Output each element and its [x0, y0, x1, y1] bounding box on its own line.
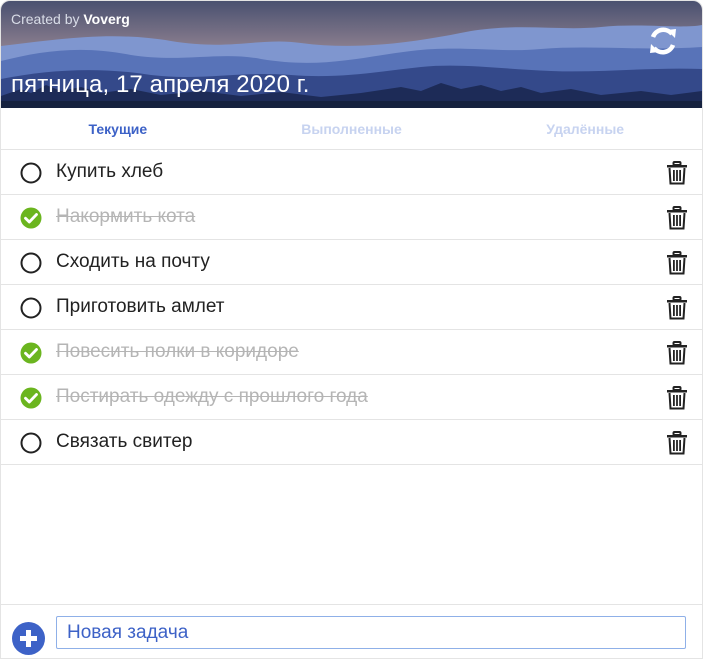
task-text: Купить хлеб — [56, 161, 164, 182]
tab-current[interactable]: Текущие — [1, 108, 235, 149]
tab-bar: Текущие Выполненные Удалённые — [1, 108, 702, 150]
trash-icon[interactable] — [666, 161, 688, 185]
trash-icon[interactable] — [666, 386, 688, 410]
task-row: Повесить полки в коридоре — [1, 330, 702, 375]
credit-text: Created by Voverg — [11, 11, 130, 27]
task-text: Приготовить амлет — [56, 296, 225, 317]
current-date: пятница, 17 апреля 2020 г. — [11, 71, 310, 98]
task-row: Приготовить амлет — [1, 285, 702, 330]
task-row: Сходить на почту — [1, 240, 702, 285]
task-text: Сходить на почту — [56, 251, 210, 272]
unchecked-circle-icon[interactable] — [20, 297, 42, 319]
trash-icon[interactable] — [666, 296, 688, 320]
task-text: Связать свитер — [56, 431, 193, 452]
unchecked-circle-icon[interactable] — [20, 432, 42, 454]
new-task-input[interactable] — [56, 616, 686, 649]
tab-deleted[interactable]: Удалённые — [468, 108, 702, 149]
new-task-bar — [1, 604, 702, 658]
checked-circle-icon[interactable] — [20, 387, 42, 409]
task-text: Накормить кота — [56, 206, 196, 227]
trash-icon[interactable] — [666, 251, 688, 275]
unchecked-circle-icon[interactable] — [20, 252, 42, 274]
credit-prefix: Created by — [11, 11, 80, 27]
checked-circle-icon[interactable] — [20, 207, 42, 229]
task-row: Связать свитер — [1, 420, 702, 465]
trash-icon[interactable] — [666, 341, 688, 365]
task-list: Купить хлеб Накормить кота Сходить на по… — [1, 150, 702, 465]
unchecked-circle-icon[interactable] — [20, 162, 42, 184]
trash-icon[interactable] — [666, 206, 688, 230]
refresh-icon[interactable] — [647, 25, 679, 57]
tab-completed[interactable]: Выполненные — [235, 108, 469, 149]
task-row: Купить хлеб — [1, 150, 702, 195]
task-text: Повесить полки в коридоре — [56, 341, 299, 362]
task-row: Постирать одежду с прошлого года — [1, 375, 702, 420]
checked-circle-icon[interactable] — [20, 342, 42, 364]
trash-icon[interactable] — [666, 431, 688, 455]
todo-app: Created by Voverg пятница, 17 апреля 202… — [0, 0, 703, 659]
credit-author: Voverg — [83, 11, 130, 27]
header-banner: Created by Voverg пятница, 17 апреля 202… — [1, 1, 702, 108]
task-text: Постирать одежду с прошлого года — [56, 386, 368, 407]
plus-circle-icon[interactable] — [12, 622, 45, 655]
task-row: Накормить кота — [1, 195, 702, 240]
